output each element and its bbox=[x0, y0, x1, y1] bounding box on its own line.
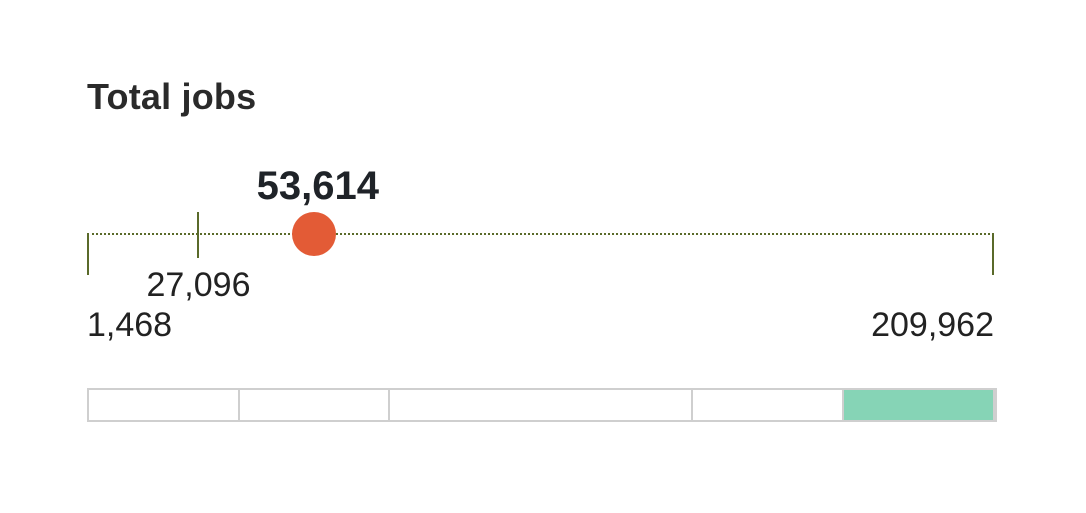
current-value-marker bbox=[291, 212, 336, 256]
range-baseline bbox=[87, 233, 994, 235]
metric-title: Total jobs bbox=[87, 76, 257, 117]
range-min-label: 1,468 bbox=[87, 306, 173, 344]
median-tick bbox=[197, 212, 200, 258]
band-segment bbox=[844, 390, 995, 420]
median-value-label: 27,096 bbox=[146, 266, 251, 304]
band-segment bbox=[89, 390, 240, 420]
range-max-tick bbox=[992, 233, 994, 275]
range-min-tick bbox=[87, 233, 89, 275]
current-value-label: 53,614 bbox=[256, 164, 380, 208]
band-segment bbox=[693, 390, 845, 420]
band-strip bbox=[87, 388, 997, 422]
range-indicator: 53,614 27,096 1,468 209,962 bbox=[87, 160, 994, 350]
range-max-label: 209,962 bbox=[871, 306, 994, 344]
band-segment bbox=[240, 390, 390, 420]
band-segment bbox=[390, 390, 694, 420]
